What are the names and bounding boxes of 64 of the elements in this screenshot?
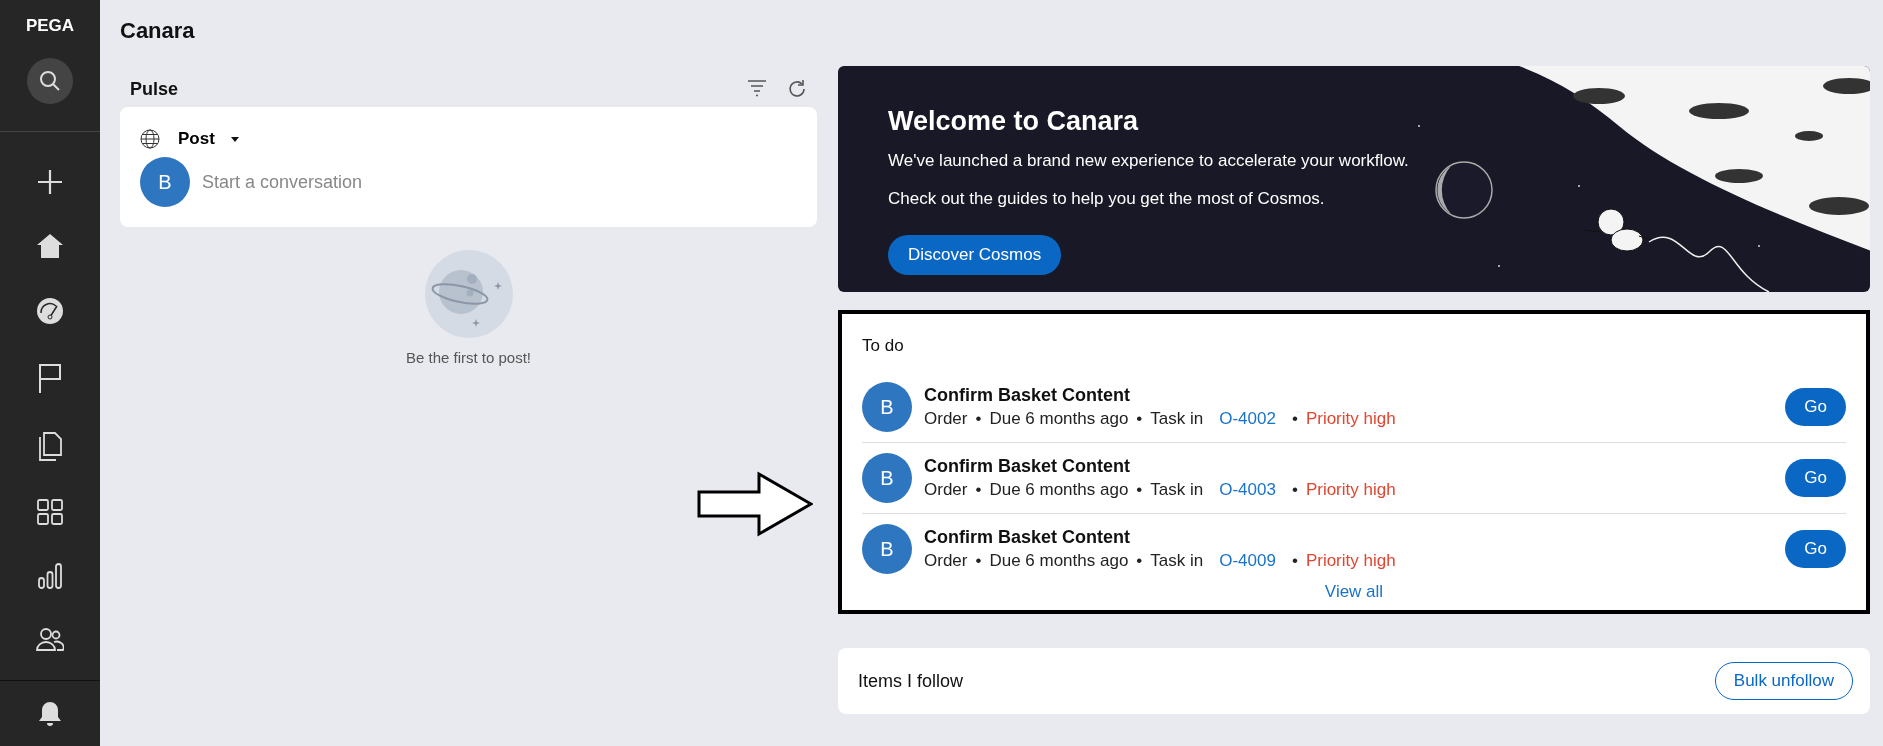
banner-text: We've launched a brand new experience to accelerate your workflow. <box>888 151 1409 171</box>
todo-heading: To do <box>862 336 905 356</box>
conversation-input[interactable]: Start a conversation <box>200 170 797 194</box>
assignee-avatar: B <box>862 524 912 574</box>
meta-text: Task in <box>1150 551 1204 571</box>
assignee-avatar: B <box>862 453 912 503</box>
bulk-unfollow-button[interactable]: Bulk unfollow <box>1714 662 1853 700</box>
globe-icon <box>140 129 160 149</box>
search-button[interactable] <box>27 58 73 104</box>
priority-label: Priority high <box>1305 480 1396 500</box>
banner-text: Check out the guides to help you get the most of Cosmos. <box>888 189 1326 209</box>
grid-icon[interactable] <box>37 499 63 525</box>
gauge-icon[interactable] <box>36 297 64 325</box>
empty-state-text: Be the first to post! <box>405 349 532 366</box>
caret-icon[interactable] <box>230 136 239 142</box>
bullet-separator: • <box>975 551 982 571</box>
meta-text: Task in <box>1150 480 1204 500</box>
bullet-separator: • <box>1291 551 1298 571</box>
banner-heading: Welcome to Canara <box>888 106 1140 137</box>
task-title: Confirm Basket Content <box>924 456 1131 477</box>
follow-heading: Items I follow <box>858 670 964 692</box>
go-button[interactable]: Go <box>1785 459 1846 497</box>
bullet-separator: • <box>975 480 982 500</box>
assignee-avatar: B <box>862 382 912 432</box>
plus-icon[interactable] <box>37 169 63 195</box>
filter-icon[interactable] <box>747 79 767 97</box>
meta-text: Due 6 months ago <box>989 409 1129 429</box>
users-icon[interactable] <box>36 627 64 651</box>
discover-button[interactable]: Discover Cosmos <box>888 235 1062 275</box>
user-avatar: B <box>140 157 190 207</box>
view-all-link[interactable]: View all <box>1324 582 1384 602</box>
task-title: Confirm Basket Content <box>924 527 1131 548</box>
meta-text: Order <box>924 551 968 571</box>
case-link[interactable]: O-4003 <box>1219 480 1276 500</box>
bullet-separator: • <box>1291 480 1298 500</box>
documents-icon[interactable] <box>38 431 62 461</box>
priority-label: Priority high <box>1305 409 1396 429</box>
search-icon <box>39 70 61 92</box>
meta-text: Order <box>924 409 968 429</box>
flag-icon[interactable] <box>38 363 62 393</box>
bullet-separator: • <box>1136 480 1143 500</box>
meta-text: Order <box>924 480 968 500</box>
planet-icon <box>423 249 514 339</box>
meta-text: Due 6 months ago <box>989 551 1129 571</box>
priority-label: Priority high <box>1305 551 1396 571</box>
bell-icon[interactable] <box>38 700 62 727</box>
meta-text: Due 6 months ago <box>989 480 1129 500</box>
home-icon[interactable] <box>36 233 64 259</box>
meta-text: Task in <box>1150 409 1204 429</box>
bullet-separator: • <box>1136 409 1143 429</box>
post-menu[interactable]: Post <box>172 129 219 149</box>
go-button[interactable]: Go <box>1785 388 1846 426</box>
refresh-icon[interactable] <box>787 79 807 99</box>
bullet-separator: • <box>975 409 982 429</box>
go-button[interactable]: Go <box>1785 530 1846 568</box>
pulse-heading: Pulse <box>130 78 179 100</box>
task-title: Confirm Basket Content <box>924 385 1131 406</box>
logo: PEGA <box>25 16 75 36</box>
bullet-separator: • <box>1291 409 1298 429</box>
page-title: Canara <box>120 18 196 44</box>
case-link[interactable]: O-4002 <box>1219 409 1276 429</box>
case-link[interactable]: O-4009 <box>1219 551 1276 571</box>
bar-chart-icon[interactable] <box>38 563 62 589</box>
bullet-separator: • <box>1136 551 1143 571</box>
